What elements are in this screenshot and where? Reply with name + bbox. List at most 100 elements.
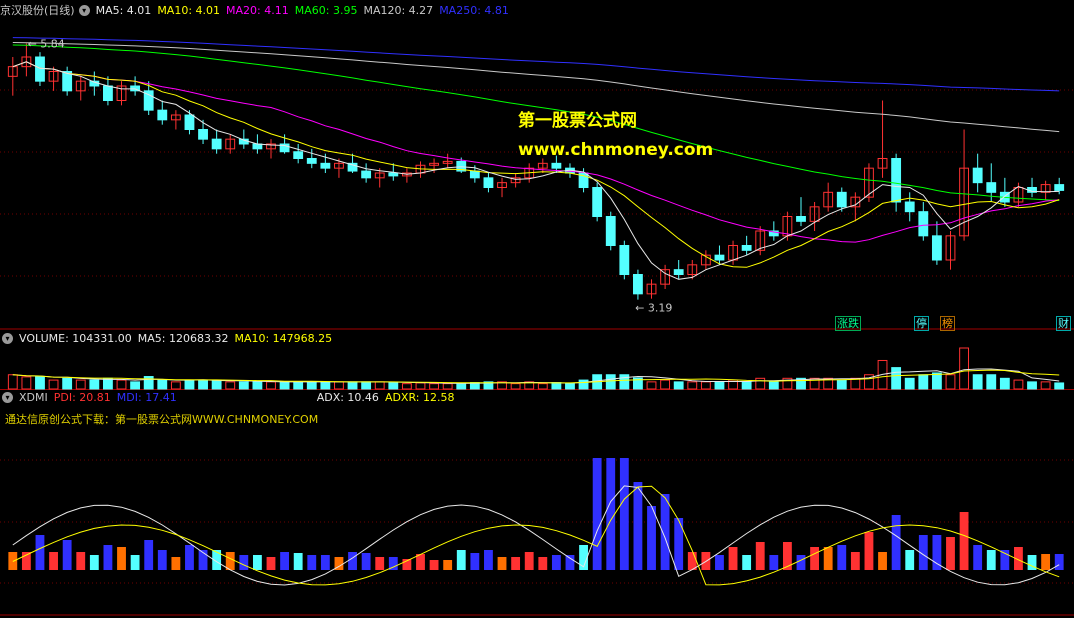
- volume-bar: [75, 379, 86, 390]
- candle: [293, 151, 304, 160]
- ma120-label: MA120: 4.27: [363, 4, 434, 17]
- candle: [103, 85, 113, 101]
- volume-bar: [578, 379, 589, 390]
- volume-bar: [1054, 382, 1065, 390]
- xdmi-bar: [89, 555, 99, 570]
- xdmi-bar: [891, 515, 901, 570]
- volume-bar: [755, 377, 766, 390]
- volume-bar: [238, 381, 249, 390]
- xdmi-bar: [348, 552, 357, 570]
- xdmi-bar: [905, 550, 915, 570]
- main-panel-header: 京汉股份(日线) ▾ MA5: 4.01 MA10: 4.01 MA20: 4.…: [0, 4, 515, 18]
- ma5-line: [12, 61, 1060, 280]
- candle: [469, 170, 480, 179]
- volume-bar: [279, 381, 290, 390]
- volume-bar: [931, 372, 942, 390]
- xdmi-bar: [551, 555, 561, 570]
- volume-bar: [21, 376, 32, 390]
- candle: [1054, 184, 1065, 191]
- xdmi-bar: [252, 555, 262, 570]
- volume-bar: [415, 382, 426, 390]
- volume-bar: [714, 381, 725, 390]
- candle: [972, 167, 983, 184]
- flag-bang[interactable]: 榜: [940, 316, 955, 331]
- candle: [918, 211, 929, 237]
- xdmi-bar: [375, 557, 385, 570]
- candle: [904, 201, 915, 213]
- xdmi-bar: [1054, 554, 1064, 570]
- promo-text: 通达信原创公式下载：第一股票公式网WWW.CHNMONEY.COM: [5, 413, 319, 426]
- candle: [306, 158, 317, 164]
- xdmi-bar: [606, 458, 616, 570]
- xdmi-bar: [647, 506, 656, 570]
- volume-bar: [660, 379, 671, 390]
- candle: [891, 158, 902, 203]
- xdmi-bar: [660, 494, 670, 570]
- candle: [551, 162, 562, 169]
- xdmi-bar: [307, 555, 317, 570]
- volume-bar: [252, 381, 263, 390]
- vol-ma5-label: MA5: 120683.32: [137, 332, 229, 345]
- chevron-down-icon[interactable]: ▾: [2, 333, 13, 344]
- volume-bar: [551, 382, 562, 390]
- xdmi-bar: [429, 560, 439, 570]
- candle: [157, 109, 168, 121]
- xdmi-bar: [755, 542, 765, 570]
- ma10-line: [12, 61, 1060, 268]
- xdmi-bar: [443, 560, 453, 570]
- flag-cai[interactable]: 财: [1056, 316, 1071, 331]
- candle: [673, 269, 684, 275]
- volume-bar: [170, 381, 181, 390]
- xdmi-bar: [986, 550, 996, 570]
- xdmi-bar: [823, 547, 833, 570]
- volume-bar: [768, 381, 779, 390]
- volume-bar: [891, 367, 902, 390]
- volume-bar: [103, 377, 113, 390]
- xdmi-bar: [959, 512, 969, 570]
- xdmi-bar: [484, 550, 493, 570]
- volume-bar: [198, 379, 208, 390]
- volume-bar: [700, 381, 711, 390]
- flag-ting[interactable]: 停: [914, 316, 929, 331]
- volume-bar: [334, 381, 344, 390]
- candle: [184, 114, 195, 130]
- adxr-line: [12, 485, 1060, 586]
- xdmi-bar: [674, 518, 684, 570]
- candle: [483, 177, 494, 188]
- xdmi-bar: [633, 482, 643, 570]
- xdmi-bar: [225, 552, 235, 570]
- volume-bar: [116, 379, 127, 390]
- xdmi-bar: [117, 547, 126, 570]
- xdmi-bar: [76, 552, 86, 570]
- candle: [619, 245, 630, 275]
- candle: [361, 170, 372, 179]
- chevron-down-icon[interactable]: ▾: [2, 392, 13, 403]
- xdmi-bar: [946, 537, 955, 570]
- watermark-title: 第一股票公式网: [518, 111, 637, 131]
- xdmi-bar: [497, 557, 507, 570]
- volume-bar: [293, 381, 304, 390]
- xdmi-bar: [320, 555, 330, 570]
- volume-bar: [986, 374, 997, 390]
- volume-bar: [904, 377, 915, 390]
- chevron-down-icon[interactable]: ▾: [78, 5, 90, 16]
- ma250-line: [12, 37, 1060, 92]
- chart-canvas: ← 5.84 ← 3.19: [0, 37, 1074, 616]
- volume-bar: [89, 379, 100, 390]
- volume-bar: [972, 374, 983, 390]
- volume-bar: [429, 383, 439, 390]
- xdmi-bar: [361, 553, 371, 570]
- xdmi-bar: [470, 553, 480, 570]
- xdmi-bar: [850, 552, 860, 570]
- ma250-label: MA250: 4.81: [439, 4, 509, 17]
- pdi-label: PDI: 20.81: [53, 391, 111, 404]
- xdmi-bar: [619, 458, 629, 570]
- volume-bar: [836, 379, 847, 390]
- volume-bar: [646, 381, 657, 390]
- xdmi-bar: [171, 557, 181, 570]
- xdmi-bar: [592, 458, 602, 570]
- flag-zhangdie[interactable]: 涨跌: [835, 316, 861, 331]
- xdmi-bar: [280, 552, 290, 570]
- volume-bar: [605, 374, 616, 390]
- volume-bar: [959, 347, 969, 390]
